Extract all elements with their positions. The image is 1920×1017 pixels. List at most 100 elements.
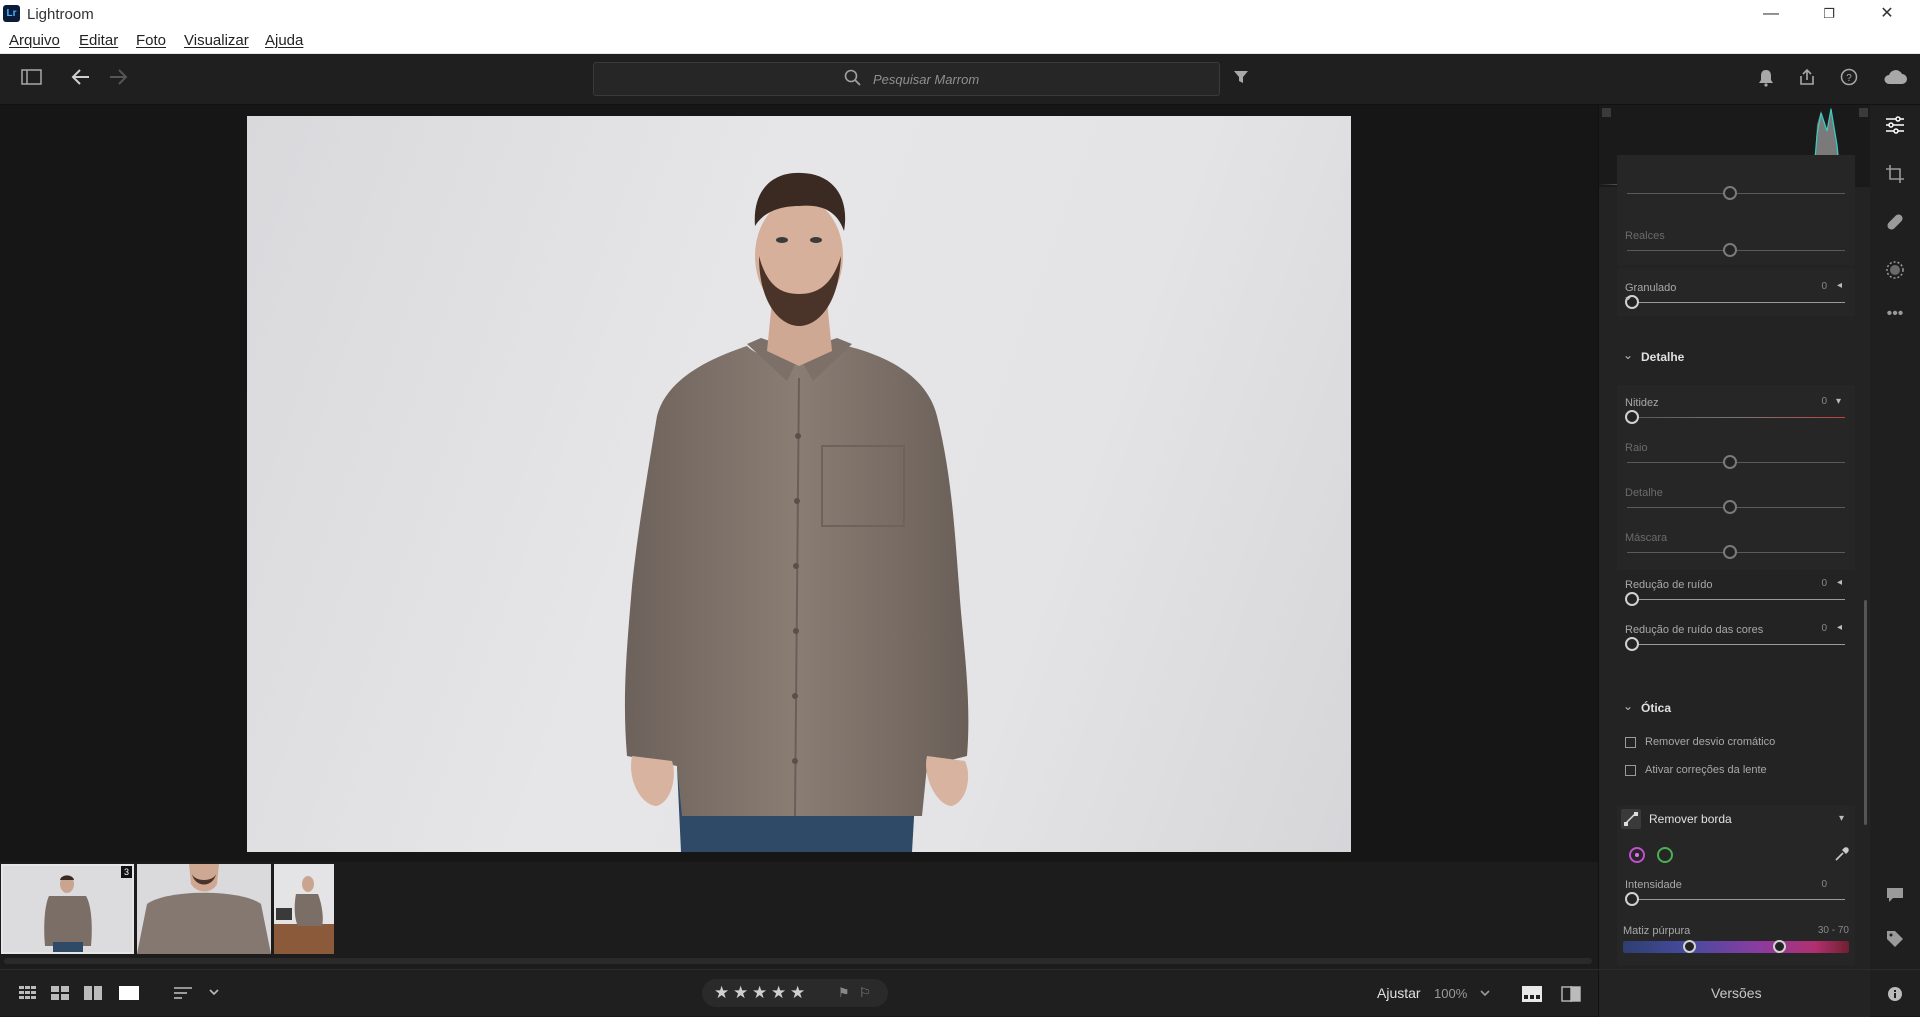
toggle-panel-icon[interactable] [20, 69, 42, 89]
star-icon[interactable]: ★ [714, 983, 729, 1003]
share-icon[interactable] [1797, 68, 1817, 90]
detalhe-chevron-icon[interactable]: ⌄ [1623, 348, 1633, 362]
svg-text:?: ? [1846, 73, 1852, 84]
grid-small-view-icon[interactable] [19, 986, 37, 1004]
intensidade-slider-track[interactable] [1627, 899, 1845, 900]
intensidade-slider-knob[interactable] [1625, 892, 1639, 906]
nitidez-slider-track[interactable] [1627, 417, 1845, 418]
star-icon[interactable]: ★ [771, 983, 786, 1003]
search-bar[interactable]: Pesquisar Marrom [593, 62, 1220, 96]
close-button[interactable]: ✕ [1864, 0, 1910, 28]
main-photo[interactable] [247, 116, 1351, 852]
grid-large-view-icon[interactable] [51, 986, 69, 1004]
remover-desvio-label[interactable]: Remover desvio cromático [1645, 736, 1775, 748]
menu-foto[interactable]: Foto [136, 32, 166, 49]
filmstrip-scrollbar[interactable] [4, 958, 1592, 964]
matiz-purpura-max-knob[interactable] [1773, 940, 1786, 953]
minimize-button[interactable]: — [1748, 0, 1794, 28]
tag-icon[interactable] [1883, 930, 1907, 954]
remover-desvio-checkbox[interactable] [1625, 737, 1636, 748]
filmstrip-thumbnail-2[interactable] [137, 864, 271, 954]
raio-slider-knob[interactable] [1723, 455, 1737, 469]
versions-button[interactable]: Versões [1711, 985, 1762, 1001]
panel-scrollbar[interactable] [1864, 600, 1867, 825]
filmstrip-thumbnail-1[interactable]: 3 [1, 864, 134, 954]
sort-icon[interactable] [174, 986, 194, 1004]
reducao-ruido-cores-slider-track[interactable] [1627, 644, 1845, 645]
caret-left-icon[interactable]: ◂ [1837, 577, 1842, 588]
masking-icon[interactable] [1883, 260, 1907, 284]
crop-icon[interactable] [1883, 164, 1907, 188]
filmstrip: 3 [0, 862, 1598, 969]
eyedropper-icon[interactable] [1834, 846, 1850, 867]
menu-arquivo[interactable]: Arquivo [9, 32, 60, 49]
info-icon[interactable] [1887, 986, 1903, 1006]
star-icon[interactable]: ★ [733, 983, 748, 1003]
filter-icon[interactable] [1231, 69, 1251, 89]
reducao-ruido-cores-slider-knob[interactable] [1625, 637, 1639, 651]
edit-sliders-icon[interactable] [1883, 116, 1907, 140]
reducao-ruido-slider-knob[interactable] [1625, 592, 1639, 606]
caret-down-icon[interactable]: ▾ [1836, 396, 1841, 407]
more-options-icon[interactable]: ••• [1883, 302, 1907, 326]
help-icon[interactable]: ? [1839, 68, 1859, 90]
slider-knob[interactable] [1723, 186, 1737, 200]
comments-icon[interactable] [1883, 885, 1907, 909]
granulado-slider-track[interactable] [1627, 302, 1845, 303]
mascara-slider-knob[interactable] [1723, 545, 1737, 559]
restore-button[interactable]: ❐ [1806, 0, 1852, 28]
otica-chevron-icon[interactable]: ⌄ [1623, 699, 1633, 713]
otica-section-title[interactable]: Ótica [1641, 701, 1671, 715]
nitidez-slider-knob[interactable] [1625, 410, 1639, 424]
chevron-down-icon[interactable] [208, 986, 220, 1002]
caret-left-icon[interactable]: ◂ [1837, 622, 1842, 633]
zoom-value[interactable]: 100% [1434, 986, 1467, 1001]
menu-ajuda[interactable]: Ajuda [265, 32, 303, 49]
matiz-purpura-min-knob[interactable] [1683, 940, 1696, 953]
filmstrip-toggle-icon[interactable] [1522, 986, 1542, 1006]
green-fringe-selector[interactable] [1657, 847, 1673, 863]
detalhe-section-title[interactable]: Detalhe [1641, 350, 1684, 364]
ativar-correcoes-checkbox[interactable] [1625, 765, 1636, 776]
flag-reject-icon[interactable]: ⚐ [859, 985, 871, 1001]
intensidade-label: Intensidade [1625, 879, 1682, 891]
remover-borda-title[interactable]: Remover borda [1649, 812, 1732, 826]
search-input[interactable]: Pesquisar Marrom [873, 72, 979, 87]
caret-down-icon[interactable]: ▾ [1839, 813, 1844, 824]
intensidade-value[interactable]: 0 [1807, 879, 1827, 890]
menu-visualizar[interactable]: Visualizar [184, 32, 249, 49]
zoom-chevron-down-icon[interactable] [1479, 987, 1491, 1003]
window-title: Lightroom [27, 6, 94, 23]
reducao-ruido-cores-value[interactable]: 0 [1807, 623, 1827, 634]
reducao-ruido-slider-track[interactable] [1627, 599, 1845, 600]
before-after-icon[interactable] [1561, 986, 1581, 1006]
matiz-purpura-label: Matiz púrpura [1623, 925, 1691, 937]
cloud-sync-icon[interactable] [1880, 68, 1910, 90]
purple-fringe-selector[interactable] [1629, 847, 1645, 863]
compare-view-icon[interactable] [84, 986, 102, 1004]
lightroom-logo-icon: Lr [3, 5, 20, 22]
single-view-icon[interactable] [119, 986, 139, 1004]
healing-brush-icon[interactable] [1883, 212, 1907, 236]
nitidez-value[interactable]: 0 [1807, 396, 1827, 407]
filmstrip-thumbnail-3[interactable] [274, 864, 334, 954]
fit-label[interactable]: Ajustar [1377, 985, 1421, 1001]
menu-editar[interactable]: Editar [79, 32, 118, 49]
flag-pick-icon[interactable]: ⚑ [838, 985, 850, 1001]
star-icon[interactable]: ★ [790, 983, 805, 1003]
notifications-bell-icon[interactable] [1756, 69, 1776, 91]
granulado-value[interactable]: 0 [1807, 281, 1827, 292]
chevron-down-icon[interactable]: ⌄ [1623, 289, 1633, 303]
forward-arrow-icon[interactable] [107, 68, 129, 90]
matiz-purpura-value[interactable]: 30 - 70 [1777, 925, 1849, 936]
realces-slider-knob[interactable] [1723, 243, 1737, 257]
back-arrow-icon[interactable] [70, 68, 92, 90]
caret-left-icon[interactable]: ◂ [1837, 280, 1842, 291]
ativar-correcoes-label[interactable]: Ativar correções da lente [1645, 764, 1767, 776]
detalhe-section: Nitidez 0 ▾ Raio Detalhe Máscara Redução… [1617, 385, 1855, 675]
remover-borda-section: Remover borda ▾ Intensidade 0 Matiz púrp… [1617, 805, 1855, 965]
star-icon[interactable]: ★ [752, 983, 767, 1003]
reducao-ruido-value[interactable]: 0 [1807, 578, 1827, 589]
matiz-purpura-range-track[interactable] [1623, 941, 1849, 953]
detalhe-slider-knob[interactable] [1723, 500, 1737, 514]
